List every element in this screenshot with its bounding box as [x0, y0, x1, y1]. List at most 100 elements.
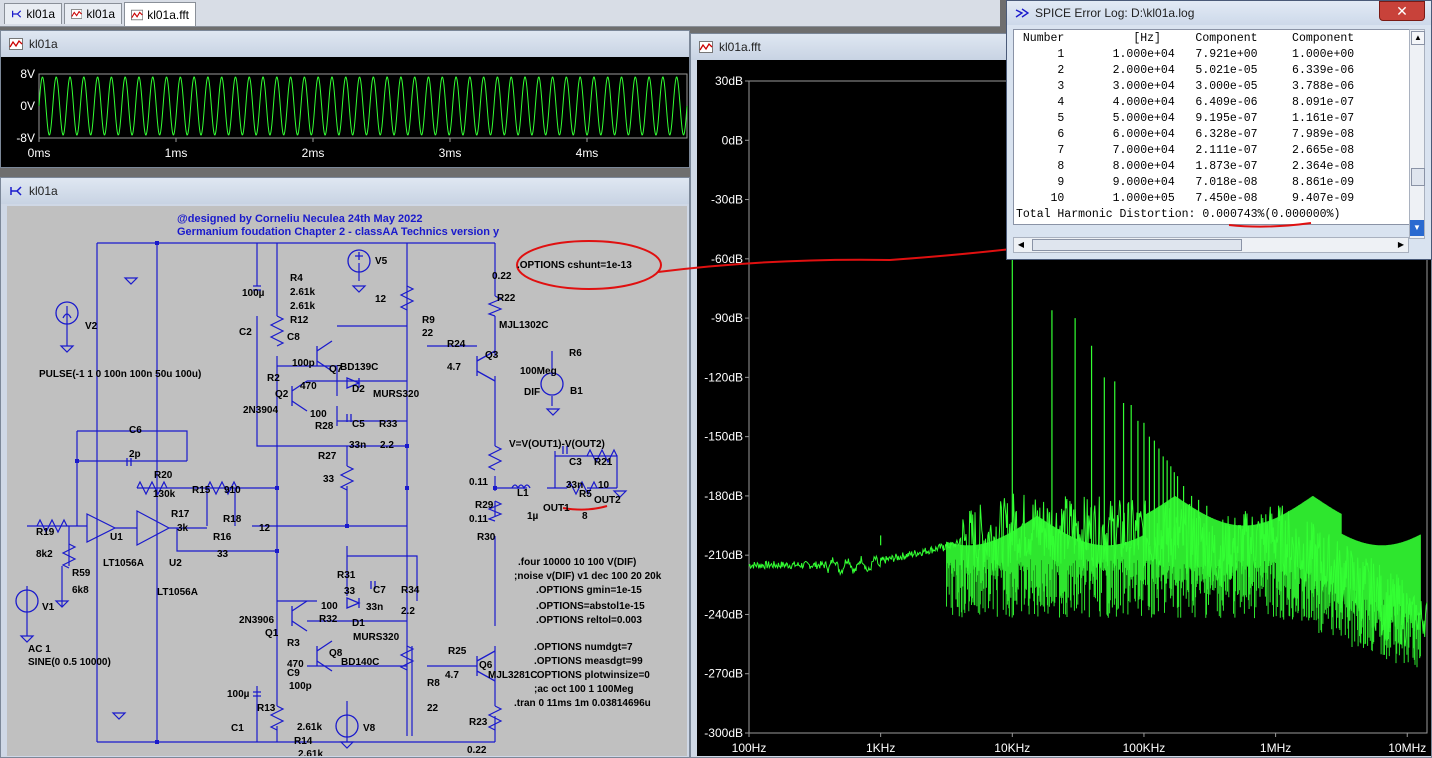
x-tick-label: 2ms — [302, 146, 325, 160]
schematic-window[interactable]: kl01a @designed by Corneliu Neculea 24th… — [0, 177, 690, 758]
component-label: 0.11 — [469, 477, 488, 488]
window-title: kl01a — [29, 37, 58, 51]
component-label: 910 — [224, 485, 241, 496]
component-label: Q1 — [265, 628, 279, 639]
component-label: R30 — [477, 532, 496, 543]
designer-note: @designed by Corneliu Neculea 24th May 2… — [177, 213, 422, 225]
component-label: C3 — [569, 457, 582, 468]
x-tick-label: 4ms — [576, 146, 599, 160]
schematic-icon — [10, 186, 22, 196]
component-label: R31 — [337, 570, 356, 581]
y-tick-label: -240dB — [704, 607, 743, 621]
schematic-icon — [12, 10, 22, 18]
h-scroll-thumb[interactable] — [1032, 239, 1242, 251]
tab-schematic-1[interactable]: kl01a — [4, 3, 62, 24]
window-titlebar[interactable]: SPICE Error Log: D:\kl01a.log — [1007, 1, 1431, 25]
component-label: R19 — [36, 527, 55, 538]
component-label: AC 1 — [28, 644, 51, 655]
component-label: U2 — [169, 558, 182, 569]
component-label: R13 — [257, 703, 276, 714]
log-data-row: 4 4.000e+04 6.409e-06 8.091e-07 — [1016, 96, 1355, 109]
close-button[interactable]: ✕ — [1379, 1, 1425, 21]
y-tick-label: -30dB — [711, 193, 743, 207]
component-label: Q3 — [485, 350, 499, 361]
y-tick-label: -180dB — [704, 489, 743, 503]
scroll-down-icon[interactable]: ▼ — [1410, 220, 1424, 236]
component-label: 4.7 — [445, 670, 459, 681]
scroll-left-icon[interactable]: ◀ — [1015, 239, 1027, 251]
component-label: B1 — [570, 386, 583, 397]
component-label: 2.2 — [380, 440, 394, 451]
component-label: V8 — [363, 723, 376, 734]
component-label: .OPTIONS numdgt=7 — [534, 642, 633, 653]
component-label: R14 — [294, 736, 313, 747]
component-label: R18 — [223, 514, 242, 525]
component-label: BD139C — [340, 362, 378, 373]
component-label: R12 — [290, 315, 309, 326]
scroll-up-icon[interactable]: ▲ — [1411, 31, 1425, 45]
log-data-row: 3 3.000e+04 3.000e-05 3.788e-06 — [1016, 80, 1355, 93]
component-label: 22 — [427, 703, 439, 714]
x-tick-label: 3ms — [439, 146, 462, 160]
window-titlebar[interactable]: kl01a — [1, 178, 689, 204]
component-label: 33n — [366, 602, 383, 613]
x-tick-label: 100KHz — [1123, 741, 1166, 755]
component-label: C2 — [239, 327, 252, 338]
tab-label: kl01a — [86, 7, 115, 21]
component-label: 130k — [153, 489, 176, 500]
x-tick-label: 100Hz — [732, 741, 767, 755]
log-data-row: 7 7.000e+04 2.111e-07 2.665e-08 — [1016, 144, 1355, 157]
tab-waveform[interactable]: kl01a — [64, 3, 122, 24]
component-label: 2.61k — [290, 301, 315, 312]
error-log-window[interactable]: SPICE Error Log: D:\kl01a.log ✕ Number [… — [1006, 0, 1432, 260]
document-tab-strip: kl01a kl01a kl01a.fft — [0, 0, 1000, 27]
log-text-area[interactable]: Number [Hz] Component Component 1 1.000e… — [1013, 29, 1411, 225]
component-label: OUT2 — [594, 495, 621, 506]
x-tick-label: 1MHz — [1260, 741, 1291, 755]
component-label: 8k2 — [36, 549, 53, 560]
component-label: MURS320 — [373, 389, 420, 400]
window-titlebar[interactable]: kl01a — [1, 31, 689, 57]
component-label: L1 — [517, 488, 529, 499]
schematic-canvas[interactable]: @designed by Corneliu Neculea 24th May 2… — [7, 206, 687, 756]
waveform-plot[interactable]: 8V 0V -8V 0ms 1ms 2ms 3ms 4ms — [1, 57, 689, 167]
component-label: 2.61k — [298, 749, 323, 756]
thd-red-underline — [1228, 222, 1312, 228]
horizontal-scrollbar[interactable]: ◀ ▶ — [1013, 237, 1409, 253]
y-tick-label: -90dB — [711, 311, 743, 325]
component-label: 10 — [598, 480, 610, 491]
y-tick-label: 30dB — [715, 74, 743, 88]
component-label: DIF — [524, 387, 540, 398]
component-label: R21 — [594, 457, 613, 468]
component-label: U1 — [110, 532, 123, 543]
y-tick-label: -210dB — [704, 548, 743, 562]
vertical-scrollbar[interactable]: ▲ ▼ — [1409, 29, 1425, 239]
scroll-right-icon[interactable]: ▶ — [1395, 239, 1407, 251]
component-label: .tran 0 11ms 1m 0.03814696u — [514, 698, 651, 709]
y-tick-label: -150dB — [704, 430, 743, 444]
tab-fft[interactable]: kl01a.fft — [124, 2, 196, 26]
log-data-row: 2 2.000e+04 5.021e-05 6.339e-06 — [1016, 64, 1355, 77]
waveform-icon — [71, 9, 83, 19]
component-label: 0.11 — [469, 514, 488, 525]
waveform-icon — [131, 9, 144, 20]
component-label: .OPTIONS gmin=1e-15 — [536, 585, 642, 596]
component-label: 2N3906 — [239, 615, 274, 626]
component-label: R15 — [192, 485, 211, 496]
component-label: 100p — [289, 681, 312, 692]
log-data-row: 8 8.000e+04 1.873e-07 2.364e-08 — [1016, 160, 1355, 173]
component-label: C1 — [231, 723, 244, 734]
component-label: C8 — [287, 332, 300, 343]
chapter-note: Germanium foudation Chapter 2 - classAA … — [177, 226, 500, 238]
component-label: .four 10000 10 100 V(DIF) — [518, 557, 636, 568]
component-label: .OPTIONS reltol=0.003 — [536, 615, 642, 626]
y-tick-label: 8V — [20, 67, 35, 81]
component-label: 100 — [321, 601, 338, 612]
scroll-thumb[interactable] — [1411, 168, 1425, 186]
component-label: Q2 — [275, 389, 289, 400]
component-label: 470 — [300, 381, 317, 392]
waveform-window[interactable]: kl01a 8V 0V -8V 0ms 1ms 2ms 3ms 4ms — [0, 30, 690, 168]
tab-label: kl01a.fft — [147, 7, 189, 22]
component-label: 22 — [422, 328, 434, 339]
component-label: 2N3904 — [243, 405, 278, 416]
